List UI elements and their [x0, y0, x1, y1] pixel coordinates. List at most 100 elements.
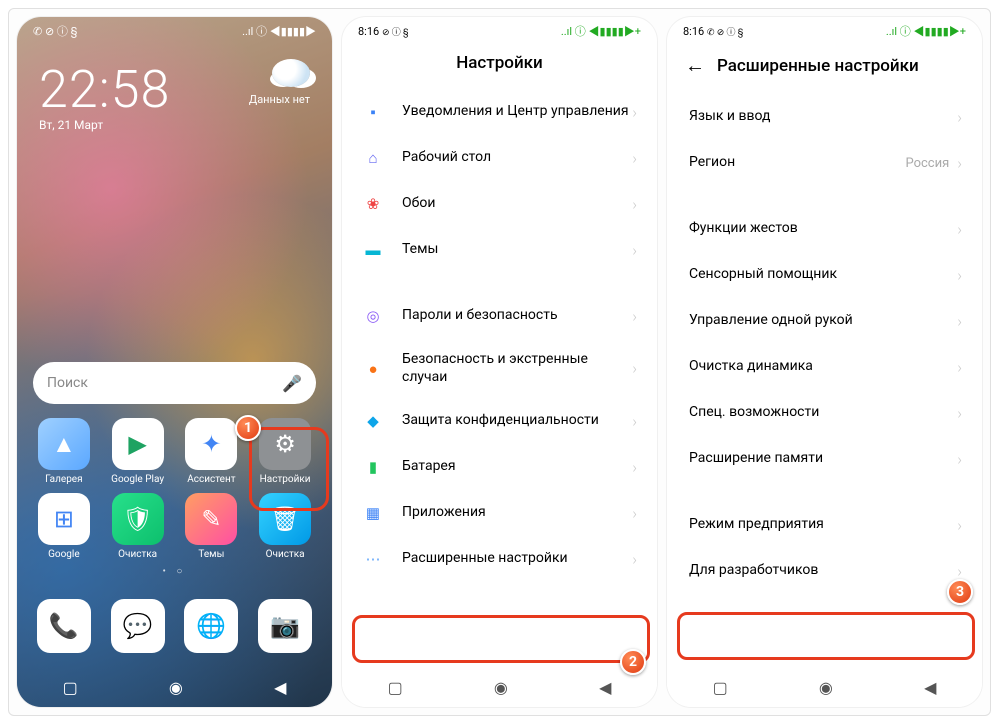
- nav-back[interactable]: ◀: [924, 678, 936, 697]
- settings-row[interactable]: ⋯Расширенные настройки›: [342, 536, 657, 582]
- row-icon: ▦: [362, 502, 384, 524]
- dock-app[interactable]: 📞: [29, 599, 99, 653]
- clock-widget[interactable]: 22:58 Вт, 21 Март Данных нет: [17, 41, 332, 132]
- settings-row[interactable]: ⌂ Рабочий стол›: [342, 135, 657, 181]
- row-icon: ▮: [362, 456, 384, 478]
- app-icon: ✎: [185, 493, 237, 545]
- nav-bar: ▢ ◉ ◀: [342, 667, 657, 707]
- settings-row[interactable]: ◎Пароли и безопасность›: [342, 293, 657, 339]
- chevron-right-icon: ›: [632, 550, 637, 569]
- chevron-right-icon: ›: [957, 404, 962, 423]
- settings-row[interactable]: РегионРоссия›: [667, 140, 982, 186]
- row-label: Режим предприятия: [689, 516, 957, 534]
- settings-row[interactable]: Расширение памяти›: [667, 436, 982, 482]
- settings-row[interactable]: ❀Обои›: [342, 181, 657, 227]
- settings-row[interactable]: ▪Уведомления и Центр управления›: [342, 89, 657, 135]
- settings-row[interactable]: Управление одной рукой›: [667, 298, 982, 344]
- settings-row[interactable]: Сенсорный помощник›: [667, 252, 982, 298]
- app-icon: ▶: [112, 418, 164, 470]
- dock-app[interactable]: 📷: [250, 599, 320, 653]
- row-label: Для разработчиков: [689, 562, 957, 580]
- settings-row[interactable]: Язык и ввод›: [667, 94, 982, 140]
- time-display: 22:58: [39, 59, 170, 120]
- status-right-icons: ..ıl ⓘ ◀▮▮▮▮▶: [242, 23, 316, 39]
- nav-back[interactable]: ◀: [274, 678, 286, 697]
- weather-widget[interactable]: Данных нет: [249, 59, 310, 106]
- settings-row[interactable]: ▮Батарея›: [342, 444, 657, 490]
- chevron-right-icon: ›: [632, 412, 637, 431]
- status-time: 8:16: [358, 25, 379, 38]
- page-indicator: • ○: [17, 566, 332, 577]
- app-label: Настройки: [260, 474, 311, 485]
- back-arrow-icon[interactable]: ←: [685, 53, 705, 78]
- status-time: 8:16: [683, 25, 704, 38]
- row-label: Язык и ввод: [689, 108, 957, 126]
- dock-app[interactable]: 🌐: [177, 599, 247, 653]
- row-label: Расширение памяти: [689, 450, 957, 468]
- nav-home[interactable]: ◉: [494, 678, 508, 697]
- app-label: Google Play: [111, 474, 164, 485]
- chevron-right-icon: ›: [632, 307, 637, 326]
- nav-recent[interactable]: ▢: [713, 678, 728, 697]
- row-label: Рабочий стол: [402, 149, 632, 167]
- nav-home[interactable]: ◉: [819, 678, 833, 697]
- app-label: Очистка: [118, 549, 157, 560]
- app-google[interactable]: ⊞ Google: [29, 493, 99, 560]
- chevron-right-icon: ›: [632, 241, 637, 260]
- nav-recent[interactable]: ▢: [63, 678, 78, 697]
- mic-icon[interactable]: 🎤: [282, 374, 302, 393]
- chevron-right-icon: ›: [632, 149, 637, 168]
- row-label: Сенсорный помощник: [689, 266, 957, 284]
- chevron-right-icon: ›: [957, 266, 962, 285]
- row-icon: ❀: [362, 193, 384, 215]
- step-badge-2: 2: [620, 649, 646, 675]
- dock-app-icon: 📞: [37, 599, 91, 653]
- settings-row[interactable]: Функции жестов›: [667, 206, 982, 252]
- settings-row[interactable]: ▬Темы›: [342, 227, 657, 273]
- chevron-right-icon: ›: [957, 562, 962, 581]
- chevron-right-icon: ›: [632, 103, 637, 122]
- weather-text: Данных нет: [249, 93, 310, 106]
- app-очистка[interactable]: 🛡Очистка: [103, 493, 173, 560]
- settings-row[interactable]: ◆ Защита конфиденциальности›: [342, 398, 657, 444]
- row-label: Защита конфиденциальности: [402, 412, 632, 430]
- nav-recent[interactable]: ▢: [388, 678, 403, 697]
- settings-row[interactable]: ▦Приложения›: [342, 490, 657, 536]
- row-icon: ⋯: [362, 548, 384, 570]
- phone-home-screen: ✆ ⊘ ⓘ § ..ıl ⓘ ◀▮▮▮▮▶ 22:58 Вт, 21 Март …: [17, 17, 332, 707]
- advanced-list: Язык и ввод›РегионРоссия›Функции жестов›…: [667, 94, 982, 667]
- cloud-icon: [272, 59, 310, 87]
- row-label: Приложения: [402, 504, 632, 522]
- search-placeholder: Поиск: [47, 375, 88, 391]
- row-icon: ◆: [362, 410, 384, 432]
- nav-back[interactable]: ◀: [599, 678, 611, 697]
- settings-row[interactable]: Очистка динамика›: [667, 344, 982, 390]
- phone-settings-screen: 8:16 ⊘ ⓘ § ..ıl ⓘ ◀▮▮▮▮▶+ Настройки ▪Уве…: [342, 17, 657, 707]
- row-label: Очистка динамика: [689, 358, 957, 376]
- app-icon: ⚙: [259, 418, 311, 470]
- chevron-right-icon: ›: [632, 359, 637, 378]
- settings-list: ▪Уведомления и Центр управления› ⌂ Рабочий…: [342, 89, 657, 667]
- app-label: Ассистент: [187, 474, 235, 485]
- dock-app[interactable]: 💬: [103, 599, 173, 653]
- app-google play[interactable]: ▶ Google Play: [103, 418, 173, 485]
- chevron-right-icon: ›: [957, 358, 962, 377]
- app-label: Google: [48, 549, 80, 560]
- app-icon: ⊞: [38, 493, 90, 545]
- chevron-right-icon: ›: [957, 312, 962, 331]
- settings-row[interactable]: ●Безопасность и экстренные случаи›: [342, 339, 657, 398]
- dock-app-icon: 📷: [258, 599, 312, 653]
- row-icon: ⌂: [362, 147, 384, 169]
- search-bar[interactable]: Поиск 🎤: [33, 362, 316, 404]
- app-галерея[interactable]: ▲Галерея: [29, 418, 99, 485]
- app-темы[interactable]: ✎Темы: [177, 493, 247, 560]
- row-label: Регион: [689, 154, 905, 172]
- chevron-right-icon: ›: [957, 154, 962, 173]
- app-очистка[interactable]: 🗑Очистка: [250, 493, 320, 560]
- settings-row[interactable]: Спец. возможности›: [667, 390, 982, 436]
- settings-row[interactable]: Для разработчиков›: [667, 548, 982, 594]
- row-icon: ●: [362, 358, 384, 380]
- settings-row[interactable]: Режим предприятия›: [667, 502, 982, 548]
- nav-home[interactable]: ◉: [169, 678, 183, 697]
- chevron-right-icon: ›: [632, 195, 637, 214]
